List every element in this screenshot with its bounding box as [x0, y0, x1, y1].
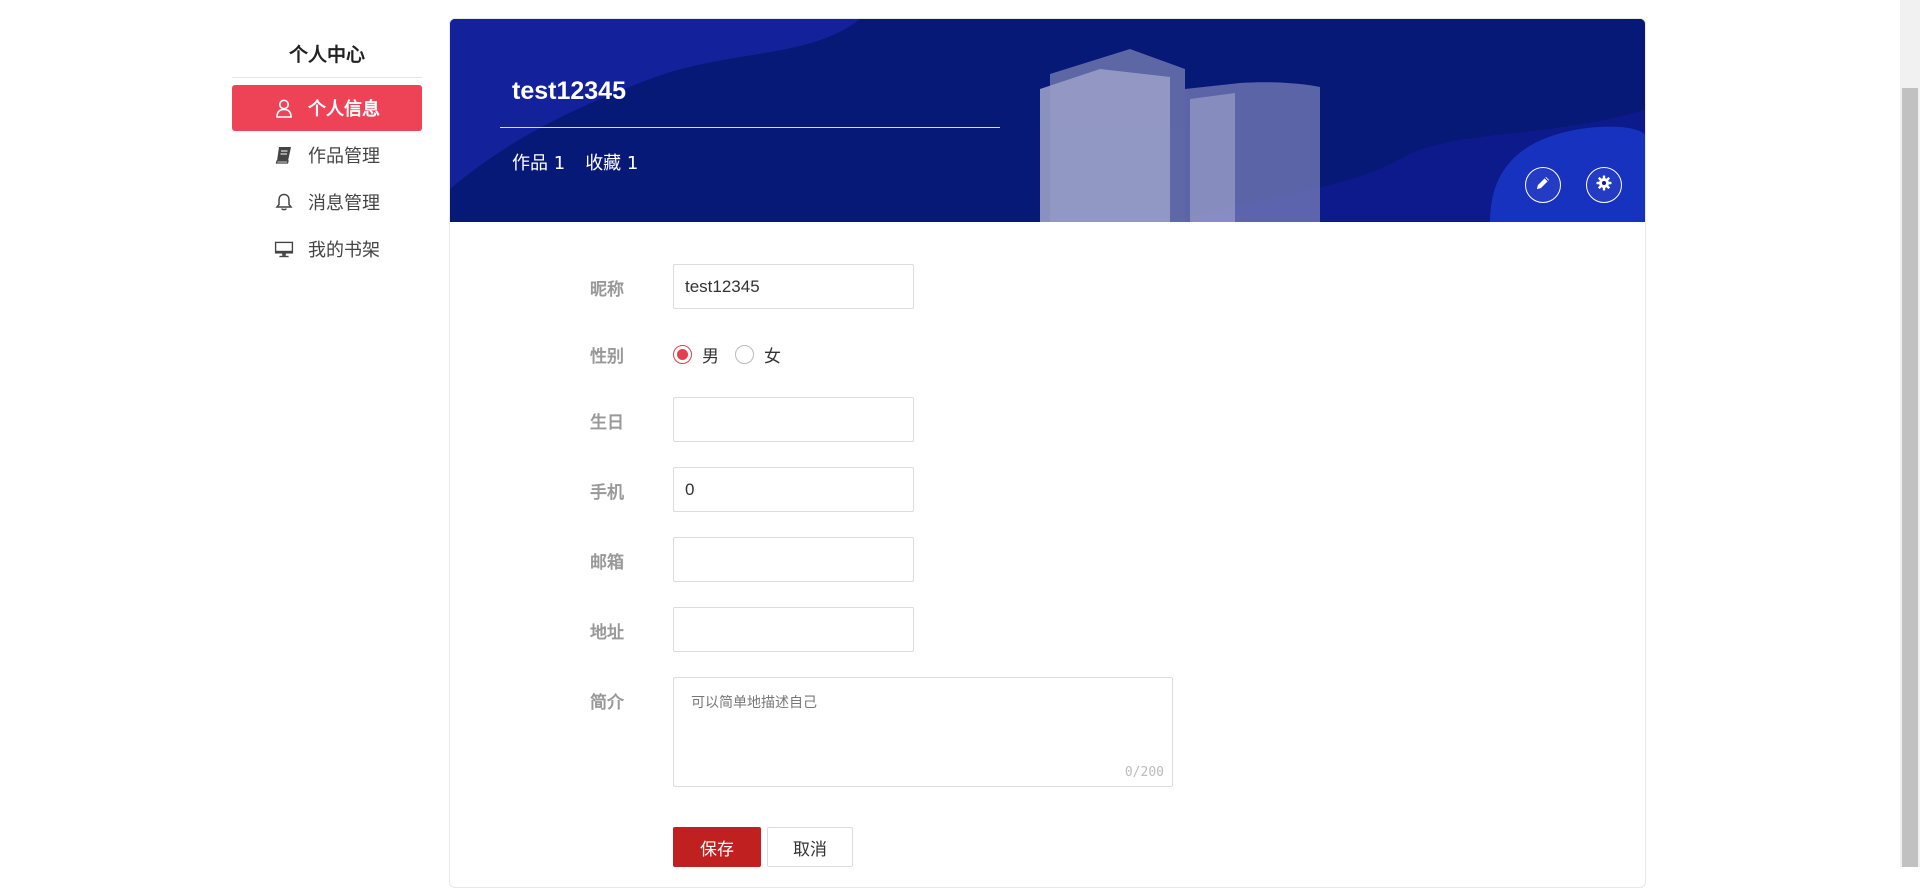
address-label: 地址	[590, 623, 624, 643]
gear-icon	[1595, 174, 1613, 196]
sidebar-divider	[232, 77, 422, 78]
bio-field: 0/200	[673, 677, 1173, 787]
monitor-icon	[274, 239, 294, 259]
sidebar-item-messages[interactable]: 消息管理	[232, 179, 422, 225]
sidebar-item-label: 个人信息	[308, 99, 380, 120]
nickname-input[interactable]	[673, 264, 914, 309]
birthday-input[interactable]	[673, 397, 914, 442]
bio-label: 简介	[590, 693, 624, 713]
works-count[interactable]: 作品 1	[512, 149, 565, 175]
bio-textarea[interactable]	[674, 678, 1172, 786]
bio-char-count: 0/200	[1124, 765, 1164, 780]
sidebar-item-bookshelf[interactable]: 我的书架	[232, 226, 422, 272]
bell-icon	[274, 192, 294, 212]
sidebar-title: 个人中心	[288, 44, 365, 66]
banner-illustration	[450, 19, 1645, 222]
gender-female-label[interactable]: 女	[764, 342, 781, 367]
sidebar-item-works[interactable]: 作品管理	[232, 132, 422, 178]
email-label: 邮箱	[590, 553, 624, 573]
favorites-count[interactable]: 收藏 1	[585, 149, 638, 175]
nickname-label: 昵称	[590, 280, 624, 300]
gender-radio-group: 男 女	[673, 342, 797, 367]
email-input[interactable]	[673, 537, 914, 582]
gender-male-label[interactable]: 男	[702, 342, 719, 367]
address-input[interactable]	[673, 607, 914, 652]
settings-button[interactable]	[1586, 167, 1622, 203]
phone-input[interactable]	[673, 467, 914, 512]
sidebar-item-label: 消息管理	[308, 193, 380, 214]
pencil-icon	[1534, 174, 1552, 196]
name-divider	[500, 127, 1000, 128]
sidebar-item-profile[interactable]: 个人信息	[232, 85, 422, 131]
page-scrollbar-thumb[interactable]	[1902, 88, 1918, 867]
birthday-label: 生日	[590, 413, 624, 433]
user-icon	[274, 98, 294, 118]
user-name: test12345	[512, 77, 626, 105]
sidebar-item-label: 我的书架	[308, 240, 380, 261]
book-icon	[274, 145, 294, 165]
cancel-button[interactable]: 取消	[767, 827, 853, 867]
gender-label: 性别	[590, 347, 624, 367]
save-button[interactable]: 保存	[673, 827, 761, 867]
profile-banner: test12345 作品 1 收藏 1	[450, 19, 1645, 222]
gender-female-radio[interactable]	[735, 345, 754, 364]
gender-male-radio[interactable]	[673, 345, 692, 364]
profile-card: test12345 作品 1 收藏 1 昵称 性别 男 女 生日 手机 邮箱 地…	[449, 18, 1646, 888]
phone-label: 手机	[590, 483, 624, 503]
edit-profile-button[interactable]	[1525, 167, 1561, 203]
sidebar-item-label: 作品管理	[308, 146, 380, 167]
user-stats: 作品 1 收藏 1	[512, 149, 638, 175]
